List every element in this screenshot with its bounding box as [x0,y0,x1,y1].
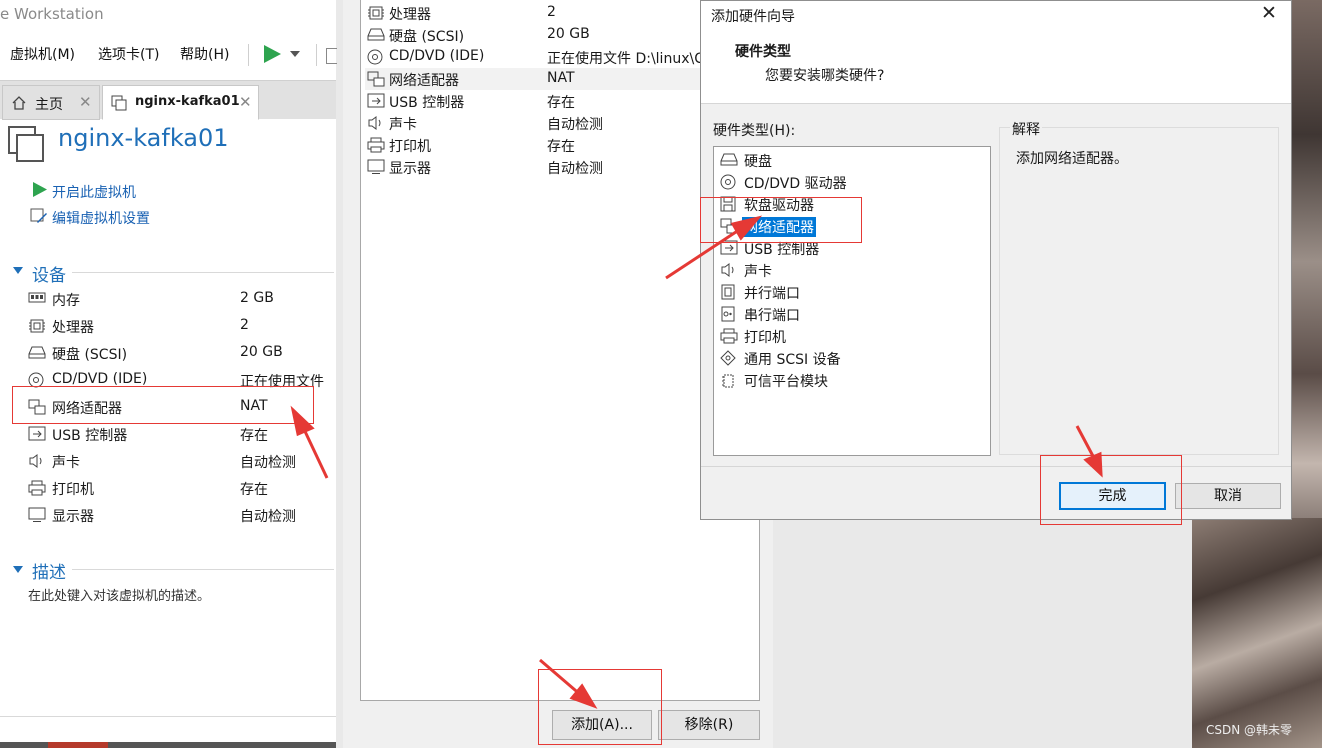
annotation-arrows [290,215,1103,709]
